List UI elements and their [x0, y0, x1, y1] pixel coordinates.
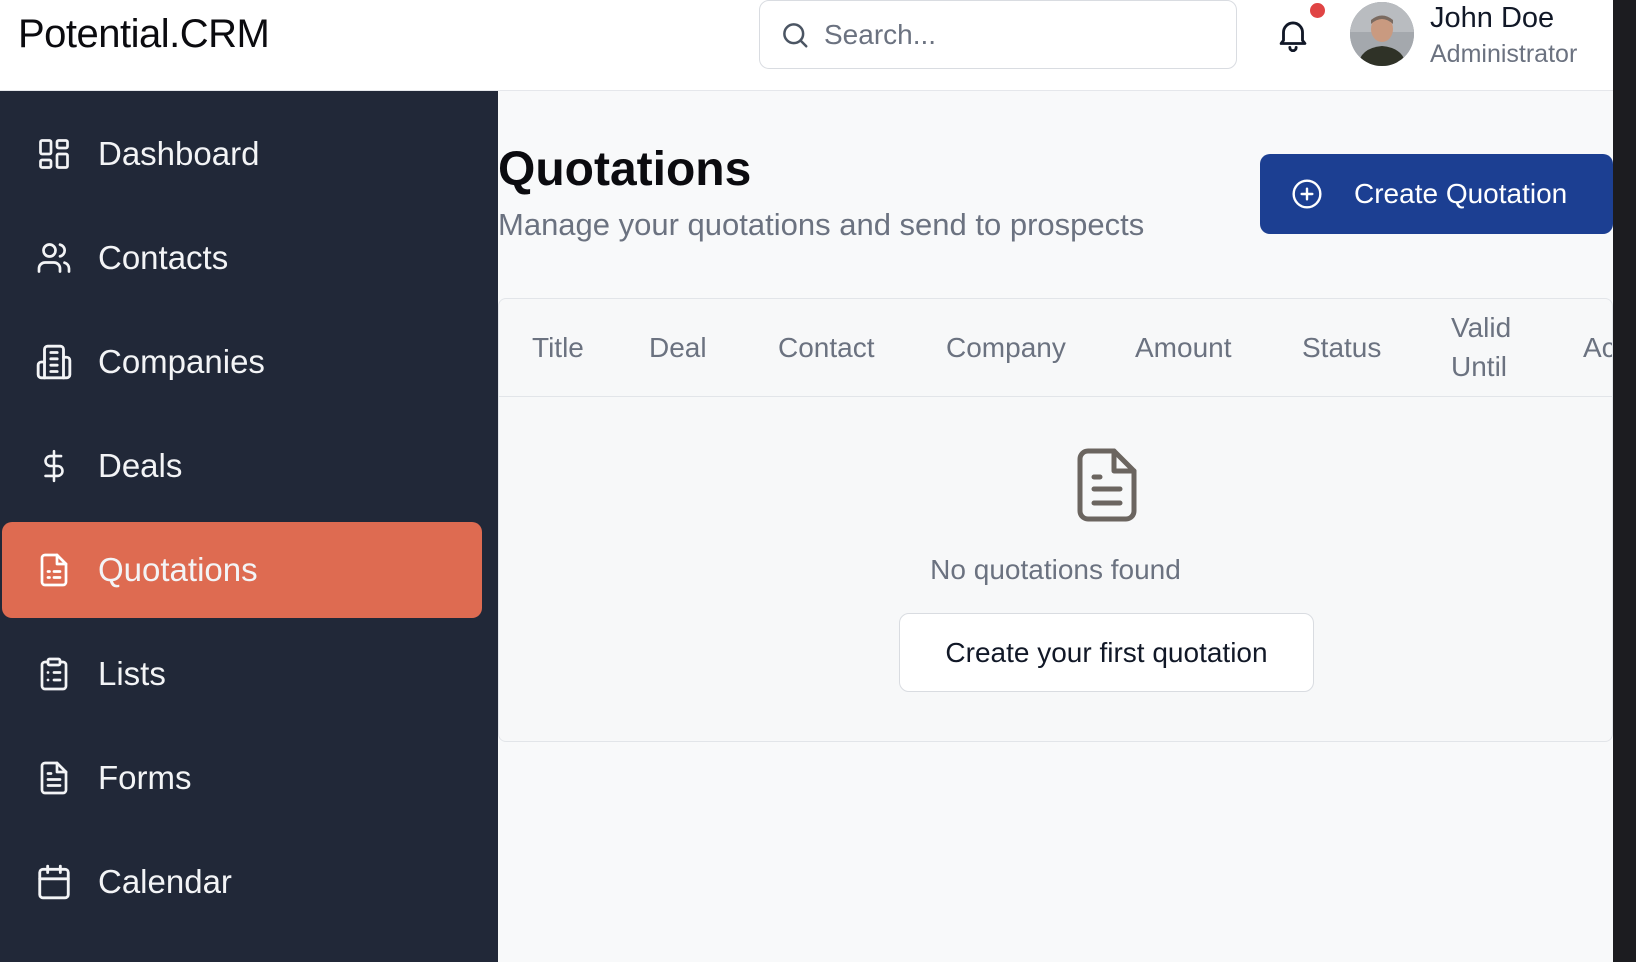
plus-circle-icon — [1291, 177, 1325, 211]
sidebar: Dashboard Contacts Companies Deals Quota — [0, 91, 498, 962]
create-first-quotation-button[interactable]: Create your first quotation — [899, 613, 1314, 692]
search-box[interactable] — [759, 0, 1237, 69]
column-header-status[interactable]: Status — [1302, 328, 1381, 367]
window-edge — [1613, 0, 1636, 962]
sidebar-item-dashboard[interactable]: Dashboard — [2, 106, 482, 202]
page-subtitle: Manage your quotations and send to prosp… — [498, 207, 1145, 242]
sidebar-item-label: Forms — [98, 759, 192, 796]
clipboard-list-icon — [34, 654, 74, 694]
notification-bell-icon[interactable] — [1274, 14, 1312, 54]
sidebar-item-companies[interactable]: Companies — [2, 314, 482, 410]
empty-document-icon — [1076, 447, 1138, 523]
column-header-valid-line1[interactable]: Valid — [1451, 308, 1511, 347]
sidebar-item-deals[interactable]: Deals — [2, 418, 482, 514]
sidebar-item-label: Contacts — [98, 239, 229, 276]
page-title: Quotations — [498, 143, 752, 196]
user-role: Administrator — [1430, 40, 1578, 68]
file-text-icon — [34, 758, 74, 798]
sidebar-item-label: Calendar — [98, 863, 232, 900]
sidebar-item-label: Lists — [98, 655, 166, 692]
sidebar-item-forms[interactable]: Forms — [2, 730, 482, 826]
quotations-table: Title Deal Contact Company Amount Status… — [498, 298, 1613, 742]
sidebar-item-contacts[interactable]: Contacts — [2, 210, 482, 306]
sidebar-item-label: Quotations — [98, 551, 258, 588]
table-header: Title Deal Contact Company Amount Status… — [499, 299, 1612, 397]
sidebar-item-label: Companies — [98, 343, 265, 380]
column-header-deal[interactable]: Deal — [649, 328, 707, 367]
brand-logo[interactable]: Potential.CRM — [18, 12, 270, 57]
search-icon — [780, 19, 812, 51]
search-input[interactable] — [824, 18, 1204, 51]
sidebar-item-label: Deals — [98, 447, 183, 484]
building-icon — [34, 342, 74, 382]
app-window: Potential.CRM John Doe Administrator — [0, 0, 1613, 962]
column-header-amount[interactable]: Amount — [1135, 328, 1232, 367]
dashboard-icon — [34, 134, 74, 174]
avatar[interactable] — [1350, 2, 1414, 66]
document-icon — [34, 550, 74, 590]
create-quotation-button[interactable]: Create Quotation — [1260, 154, 1613, 234]
column-header-title[interactable]: Title — [532, 328, 584, 367]
calendar-icon — [34, 862, 74, 902]
top-bar: Potential.CRM John Doe Administrator — [0, 0, 1613, 91]
user-name[interactable]: John Doe — [1430, 2, 1554, 35]
sidebar-item-label: Dashboard — [98, 135, 260, 172]
dollar-icon — [34, 446, 74, 486]
column-header-company[interactable]: Company — [946, 328, 1066, 367]
column-header-contact[interactable]: Contact — [778, 328, 875, 367]
sidebar-item-quotations[interactable]: Quotations — [2, 522, 482, 618]
sidebar-item-calendar[interactable]: Calendar — [2, 834, 482, 930]
notification-badge — [1310, 3, 1325, 18]
create-quotation-label: Create Quotation — [1354, 178, 1568, 209]
users-icon — [34, 238, 74, 278]
sidebar-item-lists[interactable]: Lists — [2, 626, 482, 722]
column-header-actions[interactable]: Ac — [1583, 328, 1612, 367]
empty-state-text: No quotations found — [930, 554, 1181, 585]
column-header-valid-line2[interactable]: Until — [1451, 347, 1507, 386]
